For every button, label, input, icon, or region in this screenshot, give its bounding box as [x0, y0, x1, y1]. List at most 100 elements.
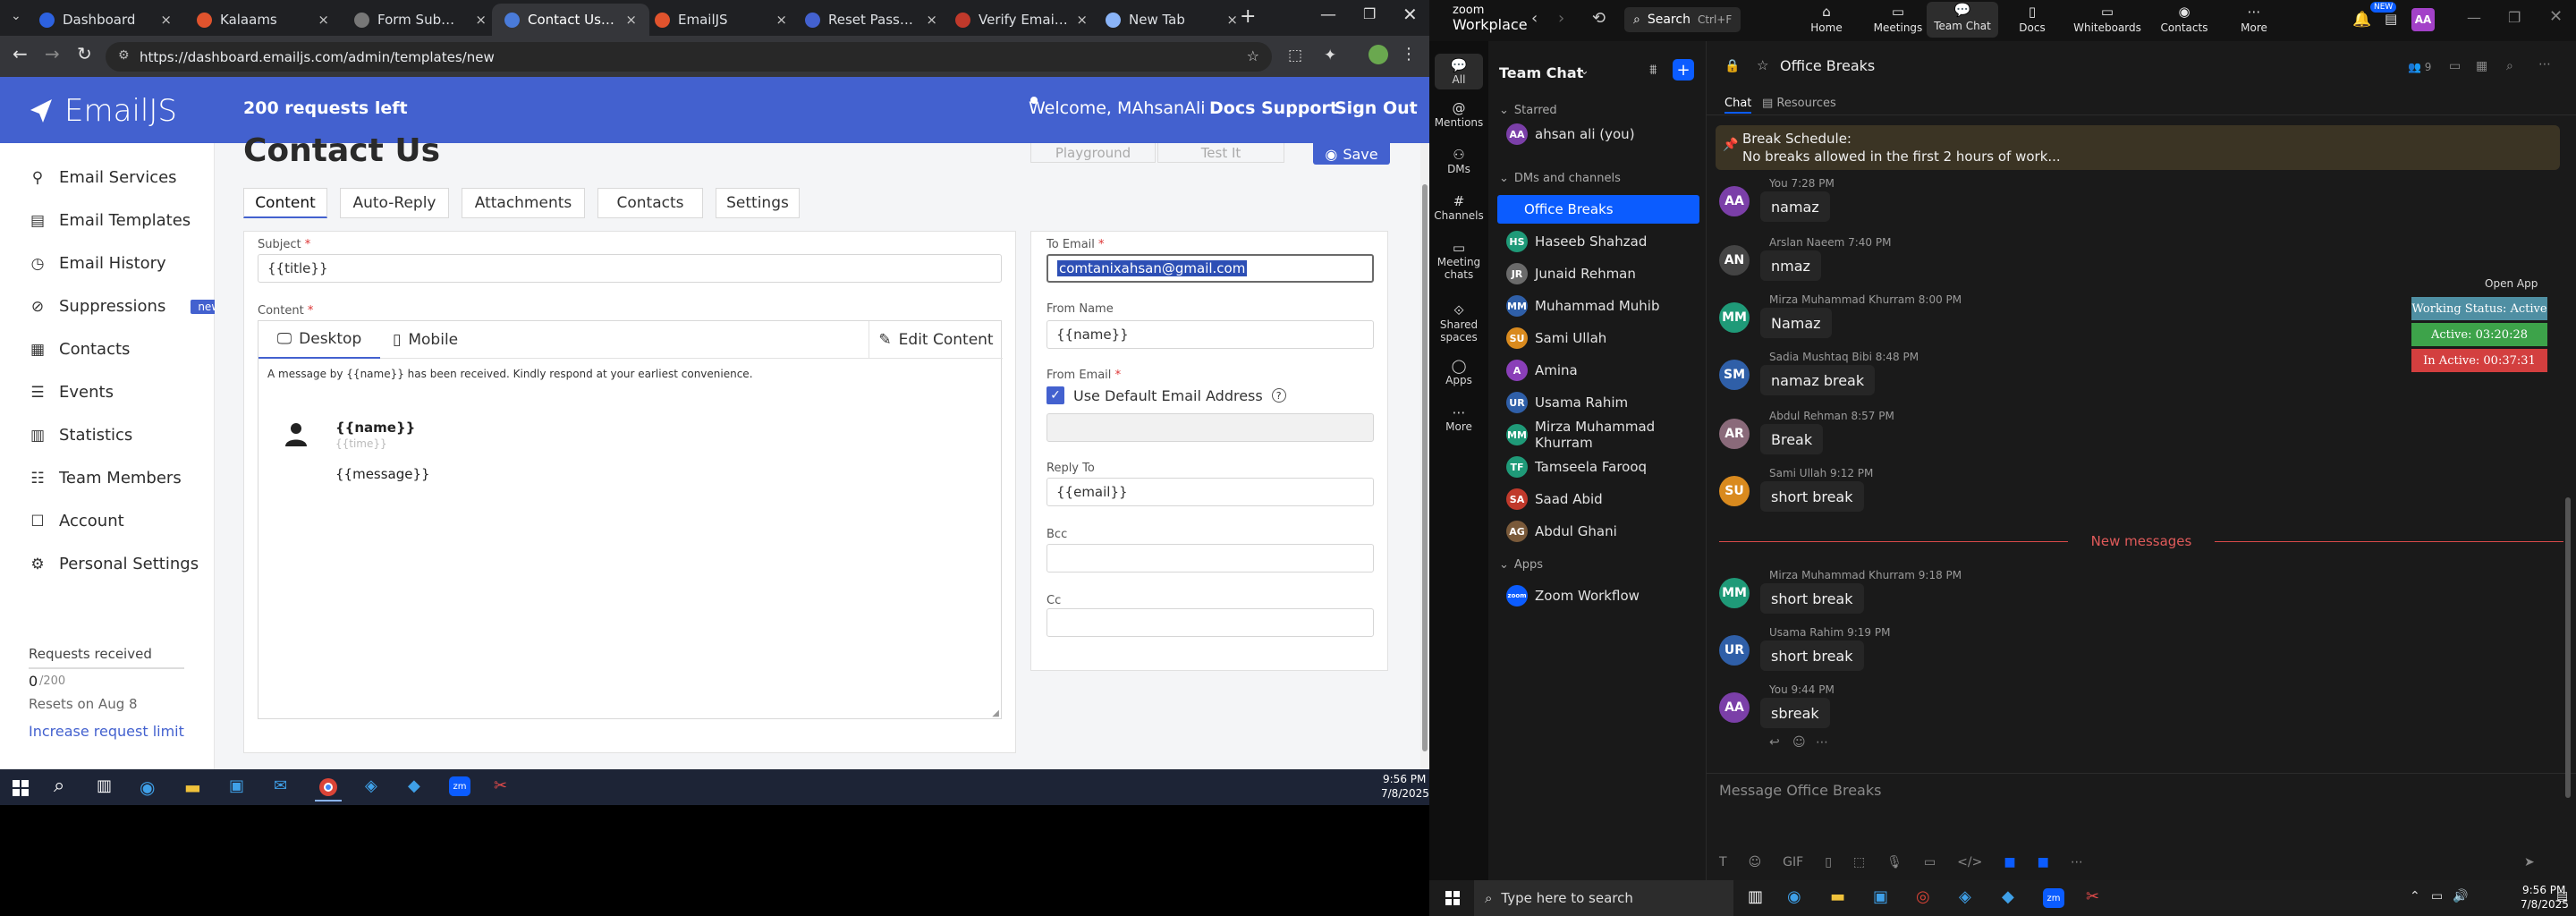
tab-team-chat[interactable]: 💬 Team Chat: [1927, 2, 1998, 38]
rail-channels[interactable]: # Channels: [1429, 193, 1488, 222]
emailjs-logo[interactable]: EmailJS: [29, 93, 177, 129]
profile-avatar[interactable]: [1368, 45, 1388, 64]
signout-link[interactable]: Sign Out: [1335, 98, 1418, 118]
content-editor[interactable]: 🖵 Desktop ▯ Mobile ✎ Edit Content A message…: [258, 320, 1003, 719]
message-bubble[interactable]: short break: [1760, 640, 1864, 671]
tab-close-icon[interactable]: ×: [318, 12, 329, 28]
bcc-input[interactable]: [1046, 544, 1374, 572]
list-item[interactable]: AG Abdul Ghani: [1497, 517, 1699, 546]
list-item[interactable]: Office Breaks: [1497, 195, 1699, 224]
browser-tab[interactable]: EmailJS ×: [642, 4, 800, 36]
composer-input[interactable]: Message Office Breaks: [1719, 782, 1881, 799]
use-default-email-checkbox[interactable]: ✓ Use Default Email Address ?: [1046, 386, 1286, 404]
code-icon[interactable]: </>: [1957, 855, 1982, 869]
list-item[interactable]: SU Sami Ullah: [1497, 324, 1699, 352]
sidebar-item-events[interactable]: ☰ Events: [29, 383, 114, 402]
snipping-tool-icon[interactable]: ✂: [494, 776, 507, 795]
close-window-icon[interactable]: ✕: [1402, 4, 1418, 25]
store-icon[interactable]: ▣: [1873, 887, 1888, 906]
send-icon[interactable]: ➤: [2524, 855, 2535, 869]
sidebar-item-email-history[interactable]: ◷ Email History: [29, 254, 166, 273]
list-item[interactable]: MM Mirza Muhammad Khurram: [1497, 419, 1699, 451]
compose-button[interactable]: +: [1673, 59, 1694, 81]
members-icon[interactable]: 👥 9: [2408, 61, 2431, 73]
reply-icon[interactable]: ↩: [1769, 735, 1780, 750]
save-button[interactable]: ◉ Save: [1313, 143, 1390, 165]
list-item[interactable]: UR Usama Rahim: [1497, 388, 1699, 417]
star-icon[interactable]: ☆: [1757, 57, 1768, 73]
file-icon[interactable]: ▯: [1825, 855, 1832, 869]
tab-close-icon[interactable]: ×: [625, 12, 637, 28]
chrome-menu-icon[interactable]: ⋮: [1401, 45, 1417, 64]
avatar[interactable]: AR: [1719, 419, 1750, 449]
zoom-taskbar-icon[interactable]: zm: [2043, 888, 2064, 908]
message-bubble[interactable]: namaz: [1760, 191, 1830, 222]
scrollbar-thumb[interactable]: [1422, 184, 1428, 751]
whiteboard-mini-icon[interactable]: ▤: [2385, 11, 2397, 27]
team-chat-title[interactable]: Team Chat: [1499, 64, 1583, 81]
extension-icon[interactable]: ⬚: [1288, 47, 1302, 64]
avatar[interactable]: SM: [1719, 360, 1750, 390]
snipping-tool-icon[interactable]: ✂: [2086, 887, 2099, 906]
zoom-maximize-icon[interactable]: ❐: [2508, 9, 2521, 26]
tab-close-icon[interactable]: ×: [1076, 12, 1088, 28]
mobile-view-tab[interactable]: ▯ Mobile: [393, 321, 482, 359]
calendar-icon[interactable]: ▦: [2476, 59, 2487, 73]
back-icon[interactable]: ←: [13, 43, 28, 64]
app-two-icon[interactable]: ■: [2038, 855, 2049, 869]
list-item[interactable]: TF Tamseela Farooq: [1497, 453, 1699, 481]
chrome-taskbar-icon[interactable]: ◎: [1916, 887, 1930, 906]
tray-chevron-icon[interactable]: ⌃: [2410, 889, 2420, 903]
avatar[interactable]: UR: [1719, 635, 1750, 666]
composer-more-icon[interactable]: ⋯: [2071, 855, 2083, 869]
browser-tab[interactable]: Form Submission ×: [342, 4, 499, 36]
avatar[interactable]: AA: [1719, 186, 1750, 216]
reload-icon[interactable]: ↻: [77, 43, 92, 64]
zoom-taskbar-icon[interactable]: zm: [449, 776, 470, 796]
screenshot-icon[interactable]: ⬚: [1853, 855, 1865, 869]
back-nav-icon[interactable]: ‹: [1531, 9, 1538, 28]
message-bubble[interactable]: namaz break: [1760, 365, 1876, 395]
notifications-icon[interactable]: 🔔: [2352, 11, 2371, 29]
taskbar-search-icon[interactable]: ⌕: [54, 775, 64, 797]
list-item[interactable]: HS Haseeb Shahzad: [1497, 227, 1699, 256]
browser-tab[interactable]: Contact Us - Emai ×: [492, 4, 649, 36]
message-bubble[interactable]: Break: [1760, 424, 1824, 454]
network-icon[interactable]: ▭: [2431, 889, 2443, 903]
minimize-icon[interactable]: —: [1320, 5, 1336, 24]
file-explorer-icon[interactable]: ▬: [184, 776, 201, 798]
chat-search-icon[interactable]: ⌕: [2506, 59, 2513, 73]
section-header[interactable]: ⌄ DMs and channels: [1499, 172, 1621, 185]
video-icon[interactable]: ▭: [2449, 59, 2461, 73]
message-bubble[interactable]: short break: [1760, 583, 1864, 614]
zoom-search[interactable]: ⌕ Search Ctrl+F: [1624, 7, 1741, 32]
vscode-icon[interactable]: ◆: [408, 776, 420, 795]
tab-more[interactable]: ⋯ More: [2218, 4, 2290, 34]
sidebar-item-suppressions[interactable]: ⊘ Suppressions new: [29, 297, 228, 316]
chrome-taskbar-icon[interactable]: [315, 775, 342, 802]
docs-link[interactable]: Docs: [1209, 98, 1255, 118]
reply-to-input[interactable]: {{email}}: [1046, 478, 1374, 506]
sidebar-item-account[interactable]: ☐ Account: [29, 512, 123, 530]
playground-button[interactable]: Playground: [1030, 143, 1156, 163]
list-item[interactable]: AA ahsan ali (you): [1497, 120, 1699, 148]
tab-contacts[interactable]: ◉ Contacts: [2148, 4, 2220, 34]
tab-home[interactable]: ⌂ Home: [1791, 4, 1862, 34]
rail-meeting-chats[interactable]: ▭ Meeting chats: [1429, 240, 1488, 281]
taskbar-search-box[interactable]: ⌕ Type here to search: [1474, 880, 1733, 916]
tab-meetings[interactable]: ▭ Meetings: [1862, 4, 1934, 34]
rail-all[interactable]: 💬 All: [1435, 54, 1483, 89]
rail-shared-spaces[interactable]: ⟐ Shared spaces: [1429, 302, 1488, 344]
edge-icon[interactable]: ◉: [140, 776, 155, 798]
help-icon[interactable]: ?: [1271, 388, 1286, 403]
notification-center-icon[interactable]: ▤: [2556, 889, 2568, 903]
support-link[interactable]: Support: [1261, 98, 1338, 118]
vscode-alt-icon[interactable]: ◈: [365, 776, 377, 795]
list-item[interactable]: SA Saad Abid: [1497, 485, 1699, 513]
channel-title[interactable]: Office Breaks: [1780, 57, 1875, 74]
rail-dms[interactable]: ⚇ DMs: [1429, 147, 1488, 175]
section-header[interactable]: ⌄ Starred: [1499, 104, 1557, 117]
zoom-minimize-icon[interactable]: —: [2467, 9, 2481, 26]
tab-search-icon[interactable]: ⌄: [11, 9, 21, 23]
tab-auto-reply[interactable]: Auto-Reply: [340, 188, 449, 218]
